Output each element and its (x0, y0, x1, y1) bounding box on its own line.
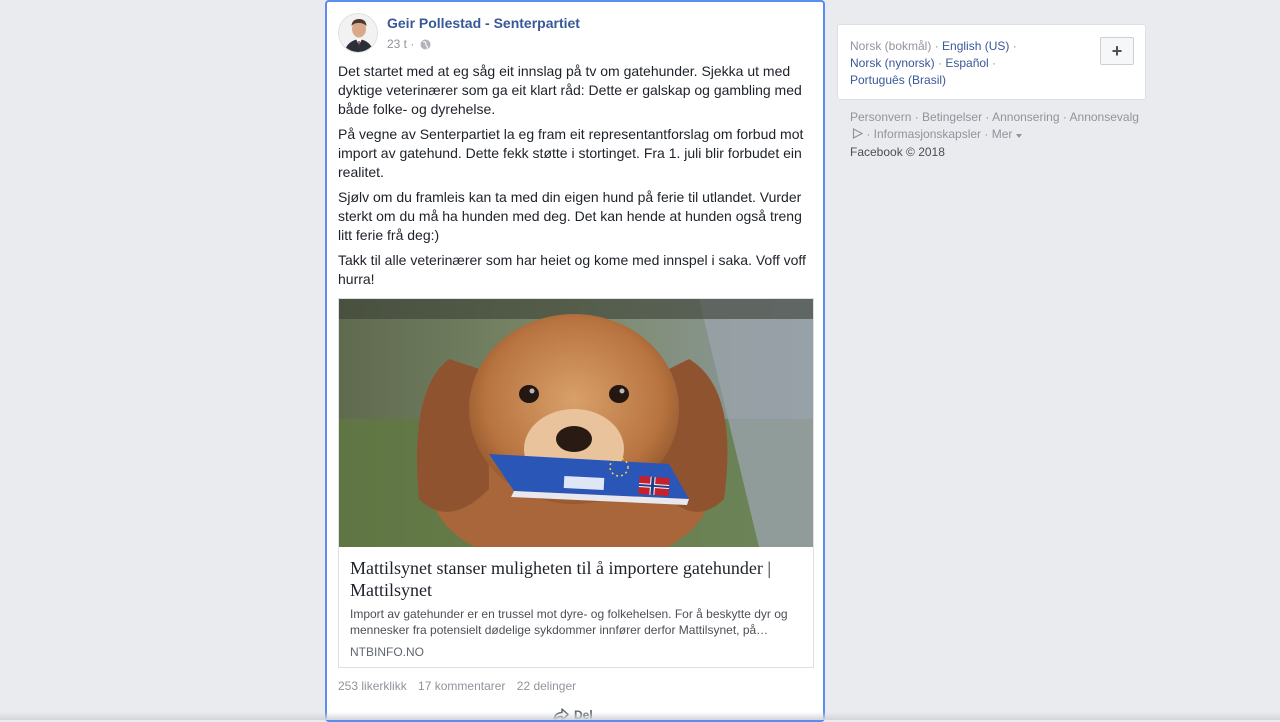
more-label: Mer (991, 127, 1013, 141)
post-meta: 23 t · (387, 37, 431, 53)
link-description: Import av gatehunder er en trussel mot d… (350, 607, 788, 637)
meta-separator: · (407, 37, 418, 51)
link-domain: NTBINFO.NO (350, 645, 424, 659)
footer-link-privacy[interactable]: Personvern (850, 110, 911, 124)
link-preview-image[interactable] (339, 299, 813, 547)
language-option[interactable]: English (US) (942, 39, 1009, 53)
footer-link-more[interactable]: Mer (992, 127, 1022, 141)
current-language: Norsk (bokmål) (850, 39, 932, 53)
language-option[interactable]: Español (945, 56, 988, 70)
post-stats: 253 likerklikk 17 kommentarer 22 delinge… (338, 679, 584, 693)
language-list: Norsk (bokmål) · English (US) · Norsk (n… (850, 39, 1017, 87)
copyright: Facebook © 2018 (850, 145, 945, 159)
post-timestamp[interactable]: 23 t (387, 37, 407, 51)
post-header: Geir Pollestad - Senterpartiet 23 t · (338, 13, 808, 57)
avatar[interactable] (338, 13, 378, 53)
post-author-link[interactable]: Geir Pollestad - Senterpartiet (387, 15, 580, 31)
post-paragraph: På vegne av Senterpartiet la eg fram eit… (338, 126, 804, 180)
post-paragraph: Sjølv om du framleis kan ta med din eige… (338, 189, 802, 243)
footer-link-cookies[interactable]: Informasjonskapsler (874, 127, 981, 141)
language-option[interactable]: Português (Brasil) (850, 73, 946, 87)
globe-icon[interactable] (420, 39, 431, 53)
footer-links: Personvern · Betingelser · Annonsering ·… (850, 110, 1139, 159)
shares-count[interactable]: 22 delinger (517, 679, 576, 693)
post-text: Det startet med at eg såg eit innslag på… (338, 62, 808, 295)
caret-down-icon (1015, 127, 1022, 141)
post-paragraph: Det startet med at eg såg eit innslag på… (338, 63, 802, 117)
page-bottom-shadow (0, 712, 1280, 720)
post-paragraph: Takk til alle veterinærer som har heiet … (338, 252, 806, 287)
likes-count[interactable]: 253 likerklikk (338, 679, 407, 693)
adchoices-label: Annonsevalg (1069, 110, 1139, 124)
add-language-button[interactable]: + (1100, 37, 1134, 65)
link-title[interactable]: Mattilsynet stanser muligheten til å imp… (350, 557, 800, 601)
language-selector: Norsk (bokmål) · English (US) · Norsk (n… (837, 24, 1146, 100)
language-option[interactable]: Norsk (nynorsk) (850, 56, 935, 70)
comments-count[interactable]: 17 kommentarer (418, 679, 505, 693)
footer-link-terms[interactable]: Betingelser (922, 110, 982, 124)
adchoices-icon (852, 127, 864, 144)
link-preview-card[interactable]: Mattilsynet stanser muligheten til å imp… (338, 298, 814, 668)
footer-link-advertising[interactable]: Annonsering (992, 110, 1059, 124)
feed-post: Geir Pollestad - Senterpartiet 23 t · De… (325, 0, 825, 722)
